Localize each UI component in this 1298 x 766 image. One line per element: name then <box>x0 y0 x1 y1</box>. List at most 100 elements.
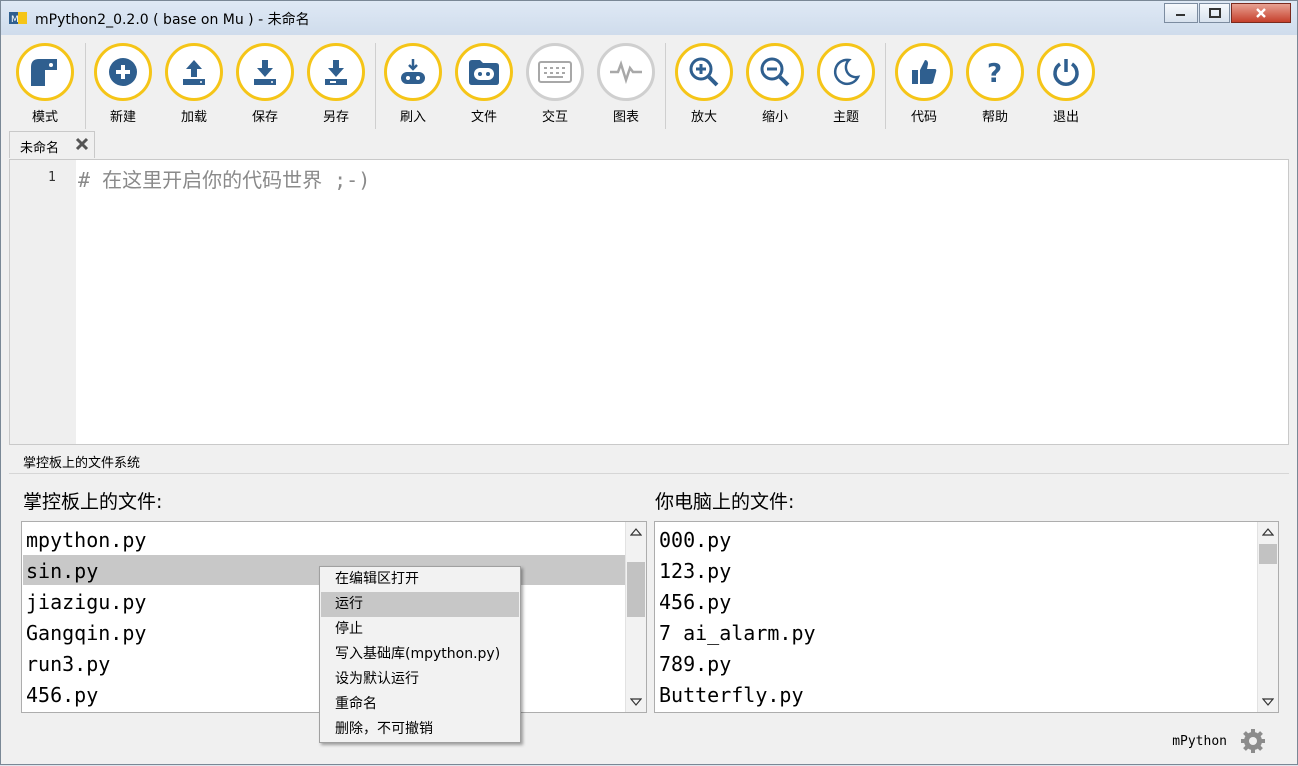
new-button[interactable]: 新建 <box>91 43 155 125</box>
toolbar-separator <box>885 43 886 129</box>
maximize-icon <box>1208 8 1221 18</box>
computer-list-scrollbar[interactable] <box>1257 522 1278 712</box>
minimize-icon <box>1176 14 1185 16</box>
line-number-gutter: 1 <box>10 160 76 444</box>
computer-file-list[interactable]: 000.py 123.py 456.py 7 ai_alarm.py 789.p… <box>654 521 1279 713</box>
tab-label: 未命名 <box>20 141 60 156</box>
repl-label: 交互 <box>541 110 568 125</box>
zoom-out-button[interactable]: 缩小 <box>743 43 807 125</box>
mode-icon <box>31 59 57 86</box>
plus-icon <box>109 58 137 86</box>
list-item[interactable]: 000.py <box>656 524 1257 554</box>
mode-indicator: mPython <box>1172 734 1227 749</box>
code-check-label: 代码 <box>910 110 937 125</box>
list-item[interactable]: 123.py <box>656 555 1257 585</box>
toolbar-separator <box>665 43 666 129</box>
toolbar-separator <box>85 43 86 129</box>
new-label: 新建 <box>109 110 136 125</box>
files-label: 文件 <box>470 110 497 125</box>
save-as-button[interactable]: 另存 <box>304 43 368 125</box>
files-icon <box>469 60 499 85</box>
zoom-in-label: 放大 <box>690 110 717 125</box>
code-line[interactable]: # 在这里开启你的代码世界 ;-) <box>78 164 370 193</box>
app-window: M mPython2_0.2.0 ( base on Mu ) - 未命名 模式… <box>0 0 1298 765</box>
scroll-thumb[interactable] <box>1259 544 1277 564</box>
menu-item-stop[interactable]: 停止 <box>321 617 519 642</box>
list-item[interactable]: mpython.py <box>23 524 626 554</box>
close-tab-icon[interactable] <box>74 136 90 152</box>
scroll-down-button[interactable] <box>1258 692 1278 712</box>
close-icon <box>1256 8 1266 18</box>
pulse-chart-icon <box>610 60 642 84</box>
list-item[interactable]: Butterfly.py <box>656 679 1257 709</box>
mode-label: 模式 <box>31 110 58 125</box>
plotter-label: 图表 <box>612 110 639 125</box>
chevron-down-icon <box>1262 698 1274 706</box>
help-icon: ? <box>987 59 1002 87</box>
minimize-button[interactable] <box>1164 3 1198 23</box>
zoom-in-button[interactable]: 放大 <box>672 43 736 125</box>
menu-item-write-lib[interactable]: 写入基础库(mpython.py) <box>321 642 519 667</box>
toolbar-separator <box>375 43 376 129</box>
code-check-button[interactable]: 代码 <box>892 43 956 125</box>
quit-label: 退出 <box>1052 110 1079 125</box>
menu-item-delete[interactable]: 删除，不可撤销 <box>321 717 519 742</box>
code-editor[interactable]: 1 # 在这里开启你的代码世界 ;-) <box>9 159 1289 445</box>
download-icon <box>254 60 276 85</box>
save-button[interactable]: 保存 <box>233 43 297 125</box>
filesystem-pane-title: 掌控板上的文件系统 <box>23 456 141 471</box>
scroll-down-button[interactable] <box>626 692 646 712</box>
zoom-out-label: 缩小 <box>761 110 788 125</box>
chevron-up-icon <box>630 528 642 536</box>
theme-button[interactable]: 主题 <box>814 43 878 125</box>
help-label: 帮助 <box>981 110 1008 125</box>
menu-item-set-default[interactable]: 设为默认运行 <box>321 667 519 692</box>
chevron-up-icon <box>1262 528 1274 536</box>
flash-device-icon <box>401 59 425 84</box>
flash-button[interactable]: 刷入 <box>381 43 445 125</box>
scroll-up-button[interactable] <box>626 522 646 542</box>
tab-untitled[interactable]: 未命名 <box>9 131 95 158</box>
thumbs-up-icon <box>912 60 937 84</box>
line-number: 1 <box>48 170 56 185</box>
maximize-button[interactable] <box>1199 3 1230 23</box>
files-button[interactable]: 文件 <box>452 43 516 125</box>
menu-item-open-in-editor[interactable]: 在编辑区打开 <box>321 567 519 592</box>
help-button[interactable]: ? 帮助 <box>963 43 1027 125</box>
list-item[interactable]: 7 ai_alarm.py <box>656 617 1257 647</box>
plotter-button[interactable]: 图表 <box>594 43 658 125</box>
zoom-in-icon <box>689 57 719 87</box>
filesystem-pane-header: 掌控板上的文件系统 <box>9 447 1289 474</box>
repl-button[interactable]: 交互 <box>523 43 587 125</box>
power-icon <box>1053 59 1079 86</box>
moon-icon <box>833 58 861 86</box>
load-label: 加载 <box>180 110 207 125</box>
scroll-up-button[interactable] <box>1258 522 1278 542</box>
flash-label: 刷入 <box>399 110 426 125</box>
window-title: mPython2_0.2.0 ( base on Mu ) - 未命名 <box>35 12 310 28</box>
computer-files-label: 你电脑上的文件: <box>655 491 795 513</box>
theme-label: 主题 <box>832 110 859 125</box>
app-logo-icon: M <box>9 12 27 25</box>
device-list-scrollbar[interactable] <box>625 522 646 712</box>
svg-text:?: ? <box>987 59 1002 87</box>
menu-item-run[interactable]: 运行 <box>321 592 519 617</box>
save-label: 保存 <box>251 110 278 125</box>
mode-button[interactable]: 模式 <box>13 43 77 125</box>
list-item[interactable]: 456.py <box>656 586 1257 616</box>
file-context-menu: 在编辑区打开 运行 停止 写入基础库(mpython.py) 设为默认运行 重命… <box>319 566 521 743</box>
save-as-label: 另存 <box>322 110 349 125</box>
load-button[interactable]: 加载 <box>162 43 226 125</box>
scroll-thumb[interactable] <box>627 562 645 617</box>
toolbar: 模式 新建 加载 保存 另存 刷入 文件 交互 图表 放大 缩小 主题 代码 ?… <box>1 35 1297 131</box>
menu-item-rename[interactable]: 重命名 <box>321 692 519 717</box>
list-item[interactable]: 789.py <box>656 648 1257 678</box>
chevron-down-icon <box>630 698 642 706</box>
upload-icon <box>183 60 205 85</box>
quit-button[interactable]: 退出 <box>1034 43 1098 125</box>
keyboard-icon <box>538 61 572 83</box>
device-files-label: 掌控板上的文件: <box>23 491 163 513</box>
save-as-icon <box>325 60 347 85</box>
gear-icon[interactable] <box>1239 727 1267 755</box>
close-window-button[interactable] <box>1231 3 1291 23</box>
